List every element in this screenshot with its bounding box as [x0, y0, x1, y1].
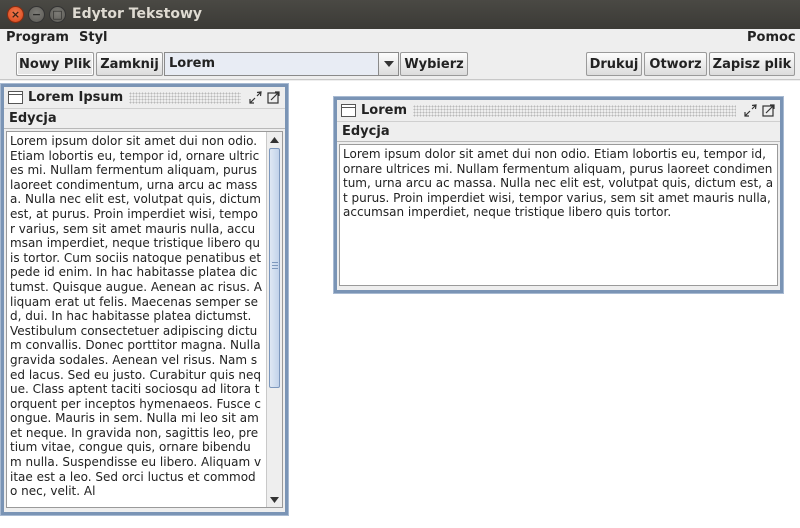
window-titlebar[interactable]: × − □ Edytor Tekstowy	[0, 0, 800, 29]
scroll-thumb[interactable]	[269, 148, 280, 388]
text-area[interactable]: Lorem ipsum dolor sit amet dui non odio.…	[6, 131, 283, 508]
scroll-down-arrow-icon[interactable]	[267, 492, 282, 507]
menu-pomoc[interactable]: Pomoc	[747, 30, 796, 45]
maximize-icon[interactable]	[266, 90, 281, 105]
text-content: Lorem ipsum dolor sit amet dui non odio.…	[10, 134, 262, 499]
frame-titlebar[interactable]: Lorem Ipsum	[4, 87, 285, 109]
thumb-grip	[272, 262, 278, 269]
window-controls: × − □	[7, 6, 66, 23]
scroll-up-arrow-icon[interactable]	[267, 132, 282, 147]
desktop-pane: Lorem Ipsum Edycja Lorem ipsum dolor sit…	[0, 81, 800, 528]
frame-icon	[8, 91, 23, 104]
frame-menubar: Edycja	[4, 109, 285, 129]
frame-menubar: Edycja	[337, 122, 780, 142]
chevron-down-icon[interactable]	[378, 53, 398, 75]
menu-styl[interactable]: Styl	[79, 30, 108, 45]
frame-title: Lorem	[361, 103, 407, 118]
vertical-scrollbar[interactable]	[266, 132, 282, 507]
menu-program[interactable]: Program	[6, 30, 69, 45]
internal-frame-lorem-ipsum[interactable]: Lorem Ipsum Edycja Lorem ipsum dolor sit…	[1, 84, 288, 515]
document-select[interactable]: Lorem	[164, 52, 399, 76]
choose-button[interactable]: Wybierz	[400, 52, 468, 76]
frame-title: Lorem Ipsum	[28, 90, 124, 105]
new-file-button[interactable]: Nowy Plik	[16, 52, 94, 76]
maximize-icon[interactable]	[761, 103, 776, 118]
iconify-icon[interactable]	[743, 103, 758, 118]
print-button[interactable]: Drukuj	[586, 52, 642, 76]
document-select-value: Lorem	[165, 53, 378, 75]
window-title: Edytor Tekstowy	[72, 6, 202, 22]
menubar: Program Styl Pomoc	[0, 29, 800, 47]
toolbar: Nowy Plik Zamknij Lorem Wybierz Drukuj O…	[0, 48, 800, 80]
frame-title-grip	[413, 104, 736, 117]
text-area[interactable]: Lorem ipsum dolor sit amet dui non odio.…	[339, 144, 778, 286]
close-file-button[interactable]: Zamknij	[96, 52, 163, 76]
text-content: Lorem ipsum dolor sit amet dui non odio.…	[343, 147, 774, 220]
internal-frame-lorem[interactable]: Lorem Edycja Lorem ipsum dolor sit amet …	[334, 97, 783, 293]
open-button[interactable]: Otworz	[644, 52, 707, 76]
menu-edycja[interactable]: Edycja	[342, 124, 390, 139]
frame-title-grip	[129, 91, 241, 104]
save-file-button[interactable]: Zapisz plik	[709, 52, 795, 76]
window-maximize-button[interactable]: □	[49, 6, 66, 23]
window-close-button[interactable]: ×	[7, 6, 24, 23]
menu-edycja[interactable]: Edycja	[9, 111, 57, 126]
frame-icon	[341, 104, 356, 117]
window-minimize-button[interactable]: −	[28, 6, 45, 23]
iconify-icon[interactable]	[248, 90, 263, 105]
frame-titlebar[interactable]: Lorem	[337, 100, 780, 122]
